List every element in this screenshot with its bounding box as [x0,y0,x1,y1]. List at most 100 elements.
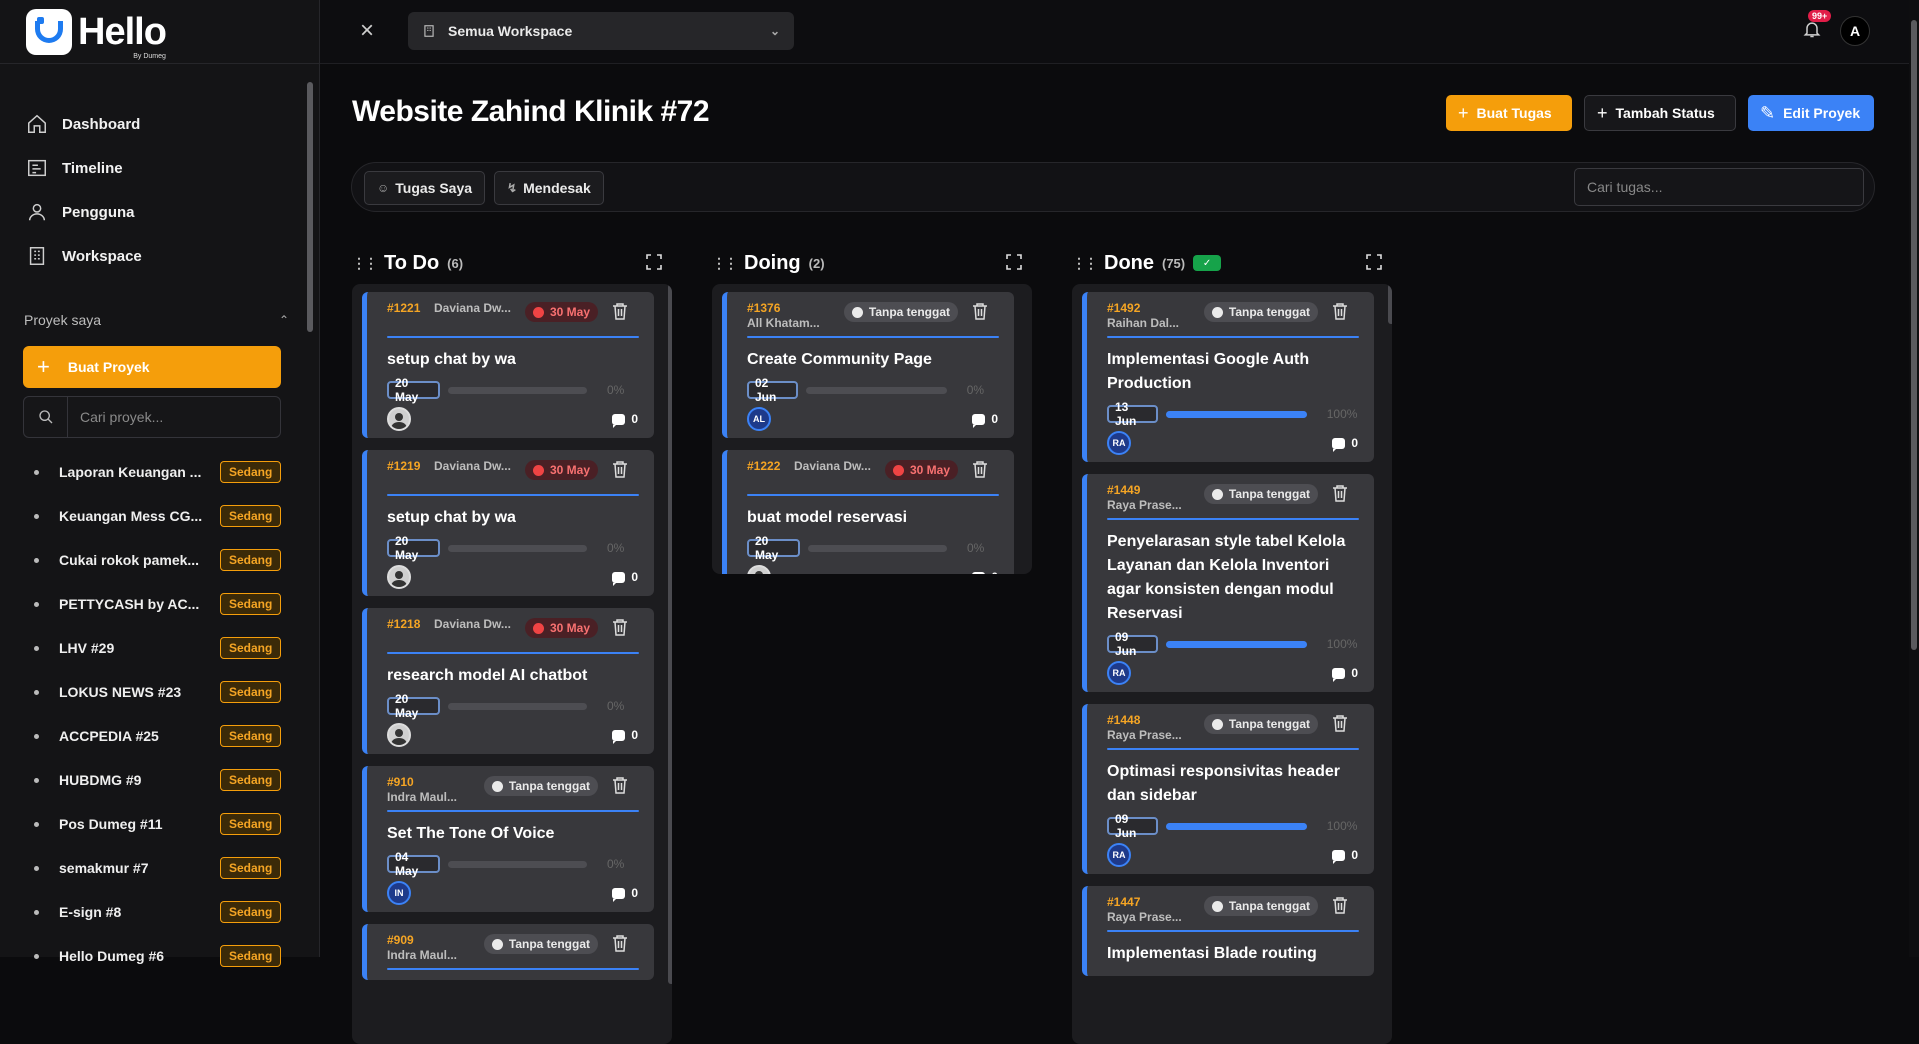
comment-count[interactable]: 0 [612,412,638,428]
clock-icon [892,464,904,476]
task-card[interactable]: #1492 Raihan Dal... Tanpa tenggat Implem… [1082,292,1374,462]
topbar: × Semua Workspace ⌄ 99+ A [320,0,1919,64]
assignee-avatar[interactable]: IN [387,881,411,905]
task-card[interactable]: #1376 All Khatam... Tanpa tenggat Create… [722,292,1014,438]
assignee-avatar[interactable] [387,723,411,747]
create-task-button[interactable]: + Buat Tugas [1446,95,1572,131]
workspace-select[interactable]: Semua Workspace ⌄ [408,12,794,50]
task-card[interactable]: #1221 Daviana Dw... 30 May setup chat by… [362,292,654,438]
task-card-header: #910 Indra Maul... Tanpa tenggat [387,774,640,806]
project-item[interactable]: ACCPEDIA #25 Sedang [0,714,319,758]
column-count: (2) [808,255,825,271]
trash-icon[interactable] [972,302,988,320]
comment-count[interactable]: 0 [612,886,638,902]
project-item[interactable]: semakmur #7 Sedang [0,846,319,890]
comment-count[interactable]: 0 [1332,848,1358,864]
task-card-header: #1219 Daviana Dw... 30 May [387,458,640,490]
assignee-avatar[interactable]: AL [747,407,771,431]
project-item[interactable]: E-sign #8 Sedang [0,890,319,934]
task-card[interactable]: #1218 Daviana Dw... 30 May research mode… [362,608,654,754]
project-item[interactable]: LOKUS NEWS #23 Sedang [0,670,319,714]
assignee-avatar[interactable] [387,407,411,431]
project-item[interactable]: Laporan Keuangan ... Sedang [0,450,319,494]
project-name: ACCPEDIA #25 [59,728,159,744]
comment-count[interactable]: 0 [972,412,998,428]
task-card-header: #1447 Raya Prase... Tanpa tenggat [1107,894,1360,926]
filter-urgent[interactable]: ↯ Mendesak [494,171,604,205]
comment-count[interactable]: 0 [612,570,638,586]
project-name: Laporan Keuangan ... [59,464,202,480]
task-card[interactable]: #1219 Daviana Dw... 30 May setup chat by… [362,450,654,596]
task-search-input[interactable]: Cari tugas... [1574,168,1864,206]
project-item[interactable]: Cukai rokok pamek... Sedang [0,538,319,582]
project-item[interactable]: Keuangan Mess CG... Sedang [0,494,319,538]
trash-icon[interactable] [612,934,628,952]
close-icon[interactable]: × [356,19,378,43]
project-search-input[interactable]: Cari proyek... [23,396,281,438]
filter-my-tasks[interactable]: ☺ Tugas Saya [364,171,486,205]
task-card-footer: 0 [387,400,640,438]
user-avatar[interactable]: A [1840,16,1870,46]
trash-icon[interactable] [1332,896,1348,914]
task-card[interactable]: #1448 Raya Prase... Tanpa tenggat Optima… [1082,704,1374,874]
drag-handle-icon[interactable]: ⋮⋮ [712,255,738,272]
trash-icon[interactable] [1332,484,1348,502]
column-header[interactable]: ⋮⋮ Done (75) ✓ [1072,248,1382,278]
due-badge: 30 May [524,460,598,480]
expand-icon[interactable] [1366,254,1382,270]
column-scrollbar[interactable] [1388,284,1392,324]
comment-count[interactable]: 0 [972,570,998,574]
page-scrollbar[interactable] [1909,0,1919,957]
projects-header[interactable]: Proyek saya ⌃ [0,300,319,340]
logo[interactable]: Hello By Dumeg [0,0,319,64]
project-item[interactable]: PETTYCASH by AC... Sedang [0,582,319,626]
due-badge: Tanpa tenggat [843,302,958,322]
task-card[interactable]: #910 Indra Maul... Tanpa tenggat Set The… [362,766,654,912]
task-card-header: #1222 Daviana Dw... 30 May [747,458,1000,490]
assignee-avatar[interactable]: RA [1107,843,1131,867]
trash-icon[interactable] [612,618,628,636]
drag-handle-icon[interactable]: ⋮⋮ [352,255,378,272]
column-scrollbar[interactable] [668,284,672,984]
edit-project-button[interactable]: ✎ Edit Proyek [1748,95,1874,131]
expand-icon[interactable] [1006,254,1022,270]
task-card[interactable]: #909 Indra Maul... Tanpa tenggat [362,924,654,980]
sidebar-scrollbar[interactable] [306,70,314,957]
trash-icon[interactable] [612,302,628,320]
expand-icon[interactable] [646,254,662,270]
project-item[interactable]: Pos Dumeg #11 Sedang [0,802,319,846]
create-project-button[interactable]: + Buat Proyek [23,346,281,388]
assignee-avatar[interactable]: RA [1107,661,1131,685]
task-card[interactable]: #1449 Raya Prase... Tanpa tenggat Penyel… [1082,474,1374,692]
comment-count[interactable]: 0 [1332,666,1358,682]
trash-icon[interactable] [612,460,628,478]
trash-icon[interactable] [1332,302,1348,320]
task-card-header: #1376 All Khatam... Tanpa tenggat [747,300,1000,332]
column-header[interactable]: ⋮⋮ Doing (2) [712,248,1022,278]
task-progress: 13 Jun 100% [1107,400,1360,428]
nav-pengguna[interactable]: Pengguna [0,190,319,234]
trash-icon[interactable] [612,776,628,794]
add-status-button[interactable]: + Tambah Status [1584,95,1736,131]
comment-count[interactable]: 0 [612,728,638,744]
trash-icon[interactable] [972,460,988,478]
task-date: 20 May [387,692,440,720]
assignee-avatar[interactable] [747,565,771,574]
nav-dashboard[interactable]: Dashboard [0,102,319,146]
drag-handle-icon[interactable]: ⋮⋮ [1072,255,1098,272]
project-item[interactable]: HUBDMG #9 Sedang [0,758,319,802]
task-card[interactable]: #1222 Daviana Dw... 30 May buat model re… [722,450,1014,574]
progress-percent: 100% [1326,819,1358,833]
trash-icon[interactable] [1332,714,1348,732]
task-progress: 09 Jun 100% [1107,630,1360,658]
task-date: 20 May [387,376,440,404]
nav-timeline[interactable]: Timeline [0,146,319,190]
task-card[interactable]: #1447 Raya Prase... Tanpa tenggat Implem… [1082,886,1374,976]
nav-workspace[interactable]: Workspace [0,234,319,278]
project-item[interactable]: LHV #29 Sedang [0,626,319,670]
comment-count[interactable]: 0 [1332,436,1358,452]
column-header[interactable]: ⋮⋮ To Do (6) [352,248,662,278]
project-item[interactable]: Hello Dumeg #6 Sedang [0,934,319,978]
assignee-avatar[interactable]: RA [1107,431,1131,455]
assignee-avatar[interactable] [387,565,411,589]
